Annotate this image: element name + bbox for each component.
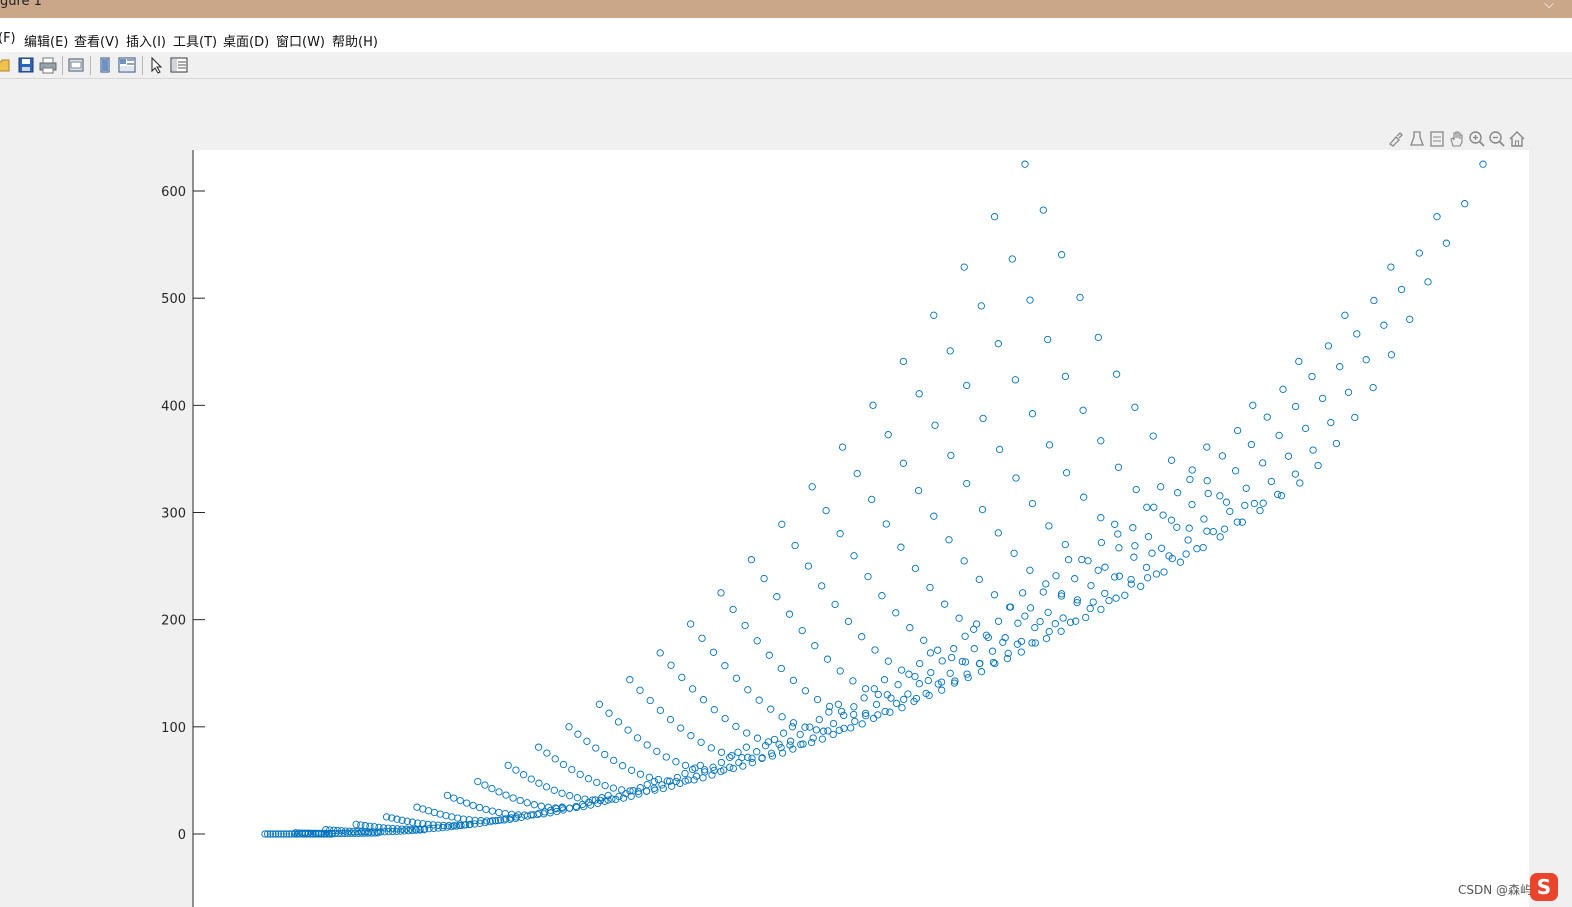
y-tick-label: 600 bbox=[161, 185, 186, 200]
title-strip bbox=[0, 18, 1572, 28]
collapse-chevron-icon[interactable]: ⌵ bbox=[1544, 0, 1554, 12]
menu-view[interactable]: 查看(V) bbox=[74, 31, 119, 50]
menu-bar: (F) 编辑(E) 查看(V) 插入(I) 工具(T) 桌面(D) 窗口(W) … bbox=[0, 28, 1572, 53]
window-titlebar: gure 1 ⌵ bbox=[0, 0, 1572, 18]
menu-window[interactable]: 窗口(W) bbox=[276, 31, 325, 50]
menu-tools[interactable]: 工具(T) bbox=[173, 31, 217, 50]
menu-help[interactable]: 帮助(H) bbox=[332, 31, 378, 50]
y-tick-label: 400 bbox=[161, 399, 186, 414]
y-tick-label: 100 bbox=[161, 721, 186, 736]
hide-plot-tools-icon[interactable] bbox=[96, 56, 114, 74]
axes-background bbox=[193, 150, 1529, 907]
y-tick-label: 200 bbox=[161, 614, 186, 629]
print-icon[interactable] bbox=[39, 56, 57, 74]
show-plot-tools-icon[interactable] bbox=[118, 56, 136, 74]
y-tick-label: 300 bbox=[161, 507, 186, 522]
print-preview-icon[interactable] bbox=[67, 56, 85, 74]
toolbar-separator bbox=[90, 56, 91, 75]
edit-plot-arrow-icon[interactable] bbox=[148, 56, 166, 74]
open-file-icon[interactable] bbox=[0, 56, 12, 74]
save-icon[interactable] bbox=[17, 56, 35, 74]
window-title: gure 1 bbox=[0, 0, 42, 9]
menu-insert[interactable]: 插入(I) bbox=[126, 31, 166, 50]
toolbar-separator bbox=[142, 56, 143, 75]
y-tick-label: 500 bbox=[161, 292, 186, 307]
menu-edit[interactable]: 编辑(E) bbox=[24, 31, 68, 50]
property-inspector-icon[interactable] bbox=[170, 56, 188, 74]
figure-toolbar bbox=[0, 52, 1572, 79]
toolbar-separator bbox=[62, 56, 63, 75]
y-tick-label: 0 bbox=[178, 828, 186, 843]
sogou-input-icon[interactable]: S bbox=[1530, 873, 1558, 901]
menu-desktop[interactable]: 桌面(D) bbox=[223, 31, 269, 50]
figure-axes[interactable]: 0 100 200 300 400 500 600 bbox=[0, 78, 1572, 907]
csdn-watermark: CSDN @森屿 bbox=[1458, 883, 1533, 897]
menu-file[interactable]: (F) bbox=[0, 31, 16, 46]
